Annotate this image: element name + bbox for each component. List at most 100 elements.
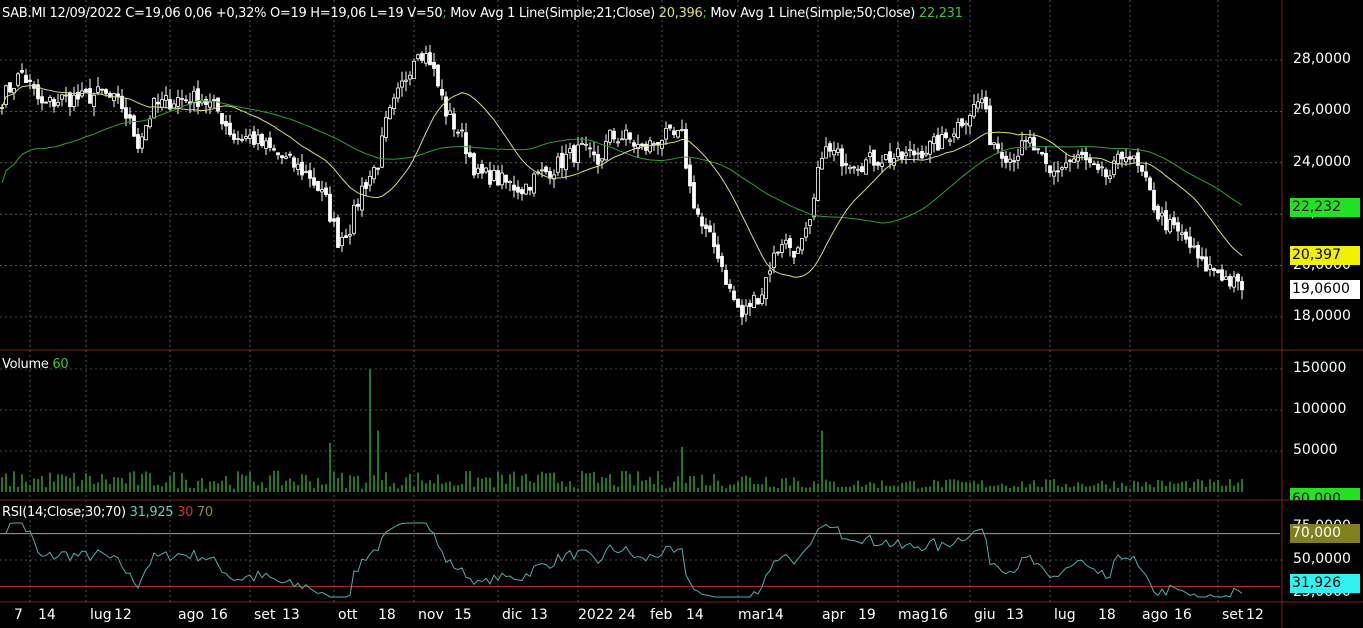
candle-body	[576, 144, 580, 163]
candle-body	[436, 64, 440, 87]
candle-body	[1100, 166, 1104, 169]
candle-body	[428, 52, 432, 66]
candle-body	[884, 154, 888, 160]
candle-body	[20, 70, 24, 73]
candle-body	[852, 166, 856, 169]
price-tick: 18,0000	[1293, 308, 1351, 324]
candle-body	[164, 95, 168, 101]
candle-body	[608, 129, 612, 143]
ma21-price-tag: 20,397	[1290, 246, 1360, 265]
ma50-value: 22,231	[918, 6, 963, 21]
candle-body	[376, 167, 380, 170]
candle-body	[40, 96, 44, 104]
candle-body	[60, 94, 64, 100]
volume-tick: 150000	[1293, 360, 1347, 376]
candle-body	[912, 150, 916, 156]
candle-body	[52, 98, 56, 107]
candle-body	[1048, 165, 1052, 174]
x-tick: mag	[898, 607, 930, 623]
candle-body	[968, 115, 972, 127]
candle-body	[1028, 137, 1032, 144]
candle-body	[388, 107, 392, 120]
candle-body	[1012, 160, 1016, 163]
candle-body	[920, 151, 924, 159]
candle-body	[776, 251, 780, 254]
candle-body	[896, 148, 900, 157]
candle-body	[1184, 231, 1188, 240]
candle-body	[796, 247, 800, 254]
candle-body	[260, 133, 264, 146]
candle-body	[868, 152, 872, 158]
candle-body	[876, 161, 880, 166]
candle-body	[588, 147, 592, 150]
candle-body	[100, 88, 104, 91]
candle-body	[1108, 175, 1112, 179]
candle-body	[664, 127, 668, 140]
candle-body	[1040, 151, 1044, 155]
candle-body	[1116, 153, 1120, 165]
candle-body	[600, 158, 604, 162]
x-tick: 13	[1006, 607, 1024, 623]
x-tick: 14	[38, 607, 56, 623]
x-tick: apr	[822, 607, 846, 623]
candle-body	[580, 143, 584, 145]
candle-body	[244, 136, 248, 139]
candle-body	[1180, 232, 1184, 235]
price-tick: 24,0000	[1293, 153, 1351, 170]
candle-body	[412, 60, 416, 80]
chart-canvas[interactable]	[0, 0, 1363, 628]
candle-body	[1192, 245, 1196, 248]
candle-body	[1120, 151, 1124, 160]
rsi-70-tag: 70,000	[1290, 524, 1360, 543]
candle-body	[48, 97, 52, 102]
candle-body	[324, 187, 328, 195]
candle-body	[1000, 152, 1004, 159]
candle-body	[416, 54, 420, 60]
candle-body	[700, 216, 704, 227]
candle-body	[408, 74, 412, 80]
candle-body	[1132, 155, 1136, 160]
candle-body	[788, 238, 792, 248]
candle-body	[1204, 256, 1208, 272]
candle-body	[104, 89, 108, 94]
candle-body	[296, 163, 300, 170]
candle-body	[672, 130, 676, 136]
x-tick: nov	[418, 607, 444, 623]
candle-body	[680, 129, 684, 131]
x-tick: ott	[338, 607, 358, 623]
candle-body	[64, 94, 68, 97]
candle-body	[384, 116, 388, 138]
candle-body	[836, 148, 840, 153]
candle-body	[240, 138, 244, 141]
candle-body	[320, 189, 324, 193]
candle-body	[1136, 152, 1140, 166]
candle-body	[1024, 139, 1028, 142]
candle-body	[116, 93, 120, 97]
candle-body	[768, 270, 772, 275]
candle-body	[1208, 264, 1212, 270]
candle-body	[1140, 165, 1144, 172]
candle-body	[712, 232, 716, 248]
candle-body	[1156, 205, 1160, 220]
candle-body	[696, 208, 700, 215]
candle-body	[744, 305, 748, 315]
rsi-value-tag: 31,926	[1290, 574, 1360, 593]
candle-body	[44, 101, 48, 104]
candle-body	[396, 87, 400, 99]
candle-body	[1164, 210, 1168, 231]
candle-body	[1224, 276, 1228, 280]
candle-body	[1220, 269, 1224, 281]
candle-body	[984, 96, 988, 110]
candle-body	[604, 141, 608, 161]
candle-body	[1044, 153, 1048, 164]
candle-body	[684, 129, 688, 169]
ma50-label: Mov Avg 1 Line(Simple;50;Close)	[710, 6, 916, 21]
candle-body	[56, 101, 60, 106]
x-tick: set	[1222, 607, 1244, 623]
ma21-value: 20,396	[658, 6, 703, 21]
candle-body	[624, 129, 628, 140]
x-tick: 12	[114, 607, 132, 623]
candle-body	[316, 180, 320, 191]
candle-body	[228, 122, 232, 135]
candle-body	[804, 227, 808, 238]
